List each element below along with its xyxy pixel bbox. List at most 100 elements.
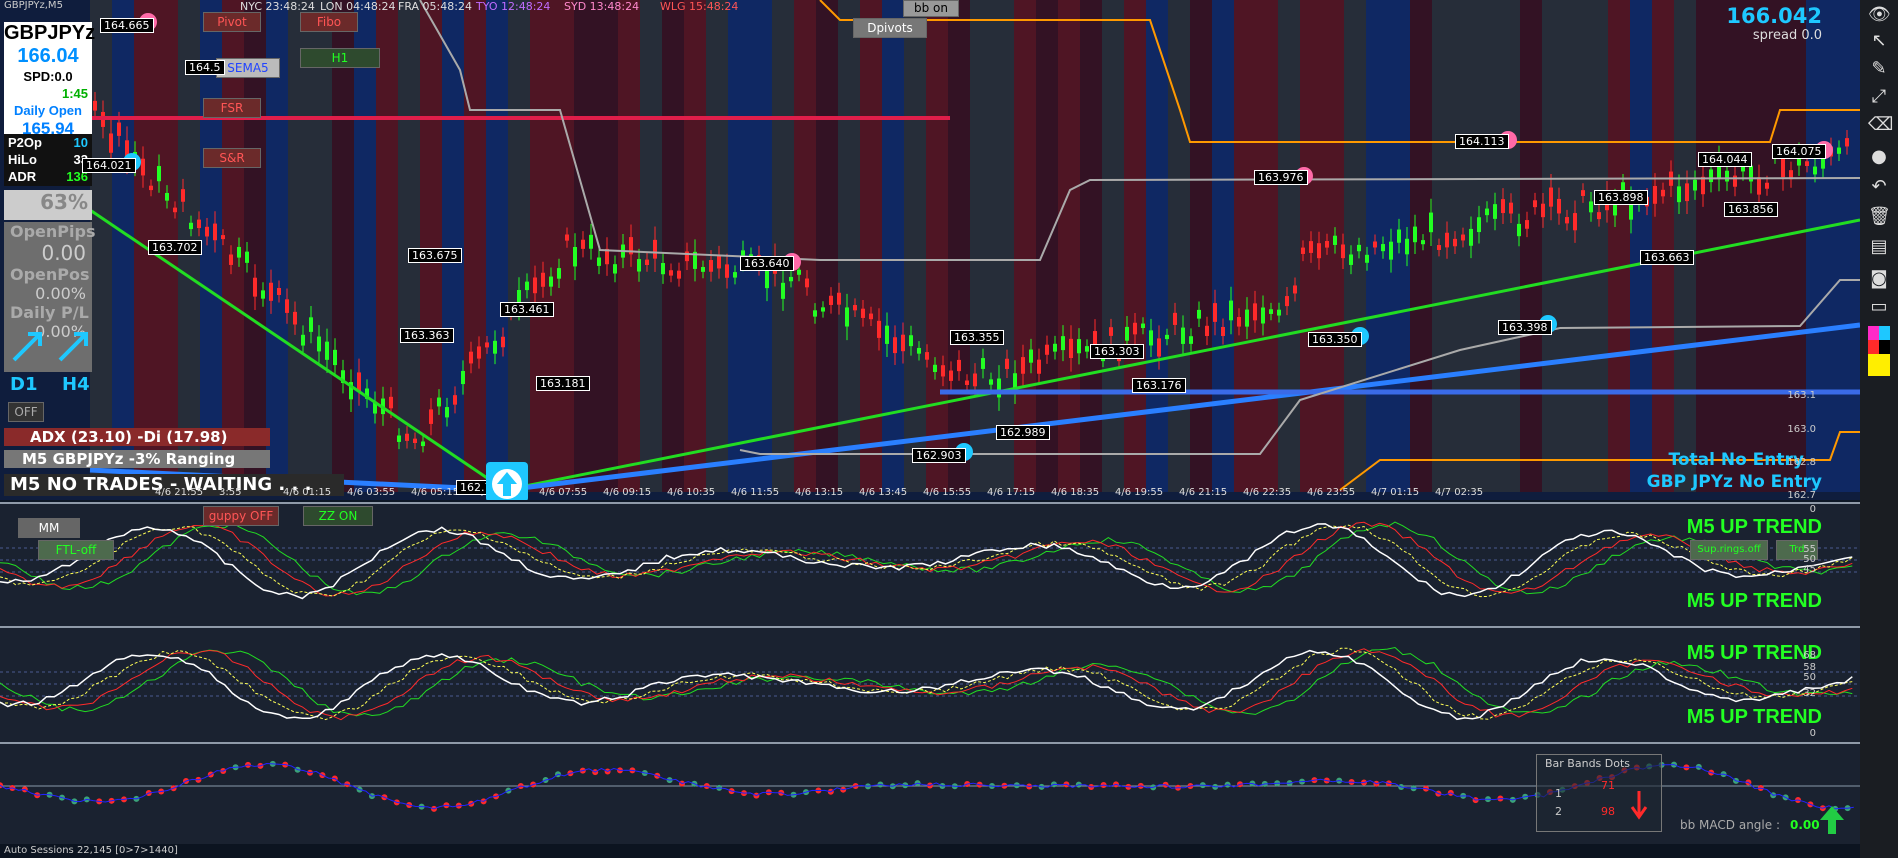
- session-band: [1454, 0, 1476, 492]
- price-label: 163.663: [1640, 250, 1694, 265]
- camera-icon[interactable]: ◙: [1868, 268, 1890, 290]
- template-icon[interactable]: ▤: [1868, 236, 1890, 258]
- sr-button[interactable]: S&R: [203, 148, 261, 168]
- x-tick: 4/6 11:55: [731, 487, 780, 498]
- x-tick: 4/6 13:15: [795, 487, 844, 498]
- line-icon[interactable]: ⤢: [1868, 86, 1890, 108]
- cursor-icon[interactable]: ↖: [1868, 30, 1890, 52]
- candle-body: [1517, 223, 1521, 237]
- fibo-button[interactable]: Fibo: [300, 12, 358, 32]
- candle-body: [1293, 285, 1297, 294]
- off-button[interactable]: OFF: [8, 402, 44, 422]
- pivot-button[interactable]: Pivot: [203, 12, 261, 32]
- candle-body: [917, 347, 921, 354]
- oscillator-pane-3[interactable]: Bar Bands Dots 1 71 2 98 bb MACD angle :…: [0, 742, 1860, 846]
- candle-body: [1373, 241, 1377, 248]
- dot-icon[interactable]: ●: [1868, 146, 1890, 168]
- h1-button[interactable]: H1: [300, 48, 380, 68]
- price-label: 163.898: [1594, 190, 1648, 205]
- candle-body: [397, 435, 401, 442]
- price-label: 164.113: [1455, 134, 1509, 149]
- price-label: 164.021: [82, 158, 136, 173]
- x-tick: 4/6 23:55: [1307, 487, 1356, 498]
- undo-icon[interactable]: ↶: [1868, 176, 1890, 198]
- candle-body: [829, 295, 833, 305]
- session-band: [1674, 0, 1696, 492]
- candle-body: [1213, 303, 1217, 322]
- session-band: [1696, 0, 1718, 492]
- candle-body: [981, 358, 985, 369]
- sup-rings-button[interactable]: Sup.rings.off: [1690, 540, 1768, 560]
- candle-body: [957, 359, 961, 372]
- candle-body: [157, 166, 161, 182]
- y-tick: 162.7: [1787, 490, 1816, 500]
- session-band: [1168, 0, 1190, 492]
- status-bar: Auto Sessions 22,145 [0>7>1440]: [0, 844, 1864, 858]
- x-tick: 3:55: [219, 487, 242, 498]
- candle-body: [1037, 359, 1041, 374]
- candle-body: [1421, 240, 1425, 245]
- candle-body: [461, 370, 465, 385]
- candle-body: [581, 239, 585, 249]
- pencil-icon[interactable]: ✎: [1868, 58, 1890, 80]
- eye-icon[interactable]: 👁: [1868, 4, 1891, 26]
- openpos-value: 0.00%: [35, 284, 86, 303]
- trend-label: M5 UP TREND: [1686, 590, 1822, 612]
- session-band: [552, 0, 574, 492]
- candle-body: [1389, 241, 1393, 260]
- candle-body: [1685, 183, 1689, 202]
- candle-body: [821, 307, 825, 312]
- color-palette-icon[interactable]: [1868, 326, 1890, 380]
- zz-on-button[interactable]: ZZ ON: [303, 506, 373, 526]
- session-band: [1652, 0, 1674, 492]
- candle-body: [1813, 166, 1817, 175]
- guppy-off-button[interactable]: guppy OFF: [203, 506, 279, 526]
- session-band: [1124, 0, 1146, 492]
- fsr-button[interactable]: FSR: [203, 98, 261, 118]
- ftl-off-button[interactable]: FTL-off: [38, 540, 114, 560]
- candle-body: [117, 122, 121, 136]
- candle-body: [1261, 307, 1265, 324]
- expand-arrows-icon[interactable]: [10, 326, 110, 366]
- pair-entry-status: GBP JPYz No Entry: [1646, 472, 1822, 492]
- osc-line: [0, 521, 1853, 596]
- session-band: [530, 0, 552, 492]
- candle-body: [1165, 334, 1169, 340]
- candle-body: [589, 234, 593, 249]
- x-tick: 4/6 15:55: [923, 487, 972, 498]
- candle-body: [597, 257, 601, 266]
- osc-line: [0, 521, 1853, 597]
- main-chart-pane[interactable]: GBPJPYz,M5 NYC 23:48:24 LON 04:48:24 FRA…: [0, 0, 1860, 500]
- osc-line: [0, 649, 1853, 721]
- trash-icon[interactable]: 🗑: [1868, 206, 1891, 228]
- candle-body: [565, 234, 569, 241]
- candle-body: [1533, 200, 1537, 208]
- candle-body: [1477, 217, 1481, 233]
- candle-body: [1677, 186, 1681, 203]
- dpivots-button[interactable]: Dpivots: [853, 18, 927, 38]
- price-label: 163.303: [1090, 344, 1144, 359]
- oscillator-pane-2[interactable]: M5 UP TREND M5 UP TREND 68 58 50 32 0: [0, 626, 1860, 742]
- tf-h4-button[interactable]: H4: [62, 374, 90, 395]
- bb-on-button[interactable]: bb on: [903, 0, 959, 17]
- osc-line: [0, 523, 1853, 600]
- sema5-button[interactable]: SEMA5: [216, 58, 280, 78]
- candle-body: [405, 433, 409, 441]
- candle-body: [229, 254, 233, 265]
- macd-angle-value: 0.00: [1790, 818, 1820, 832]
- candle-body: [1541, 203, 1545, 218]
- macd-angle-label: bb MACD angle :: [1680, 818, 1780, 832]
- eraser-icon[interactable]: ⌫: [1868, 114, 1893, 136]
- candle-body: [877, 320, 881, 338]
- session-band: [1190, 0, 1212, 492]
- candle-body: [1445, 232, 1449, 248]
- mm-button[interactable]: MM: [18, 518, 80, 538]
- session-band: [1784, 0, 1806, 492]
- x-tick: 4/6 17:15: [987, 487, 1036, 498]
- oscillator-pane-1[interactable]: MM FTL-off guppy OFF ZZ ON Sup.rings.off…: [0, 502, 1860, 626]
- clipboard-icon[interactable]: ▭: [1868, 296, 1890, 318]
- candle-body: [669, 270, 673, 276]
- tf-d1-button[interactable]: D1: [10, 374, 37, 395]
- session-band: [398, 0, 420, 492]
- price-label: 164.5: [185, 60, 225, 75]
